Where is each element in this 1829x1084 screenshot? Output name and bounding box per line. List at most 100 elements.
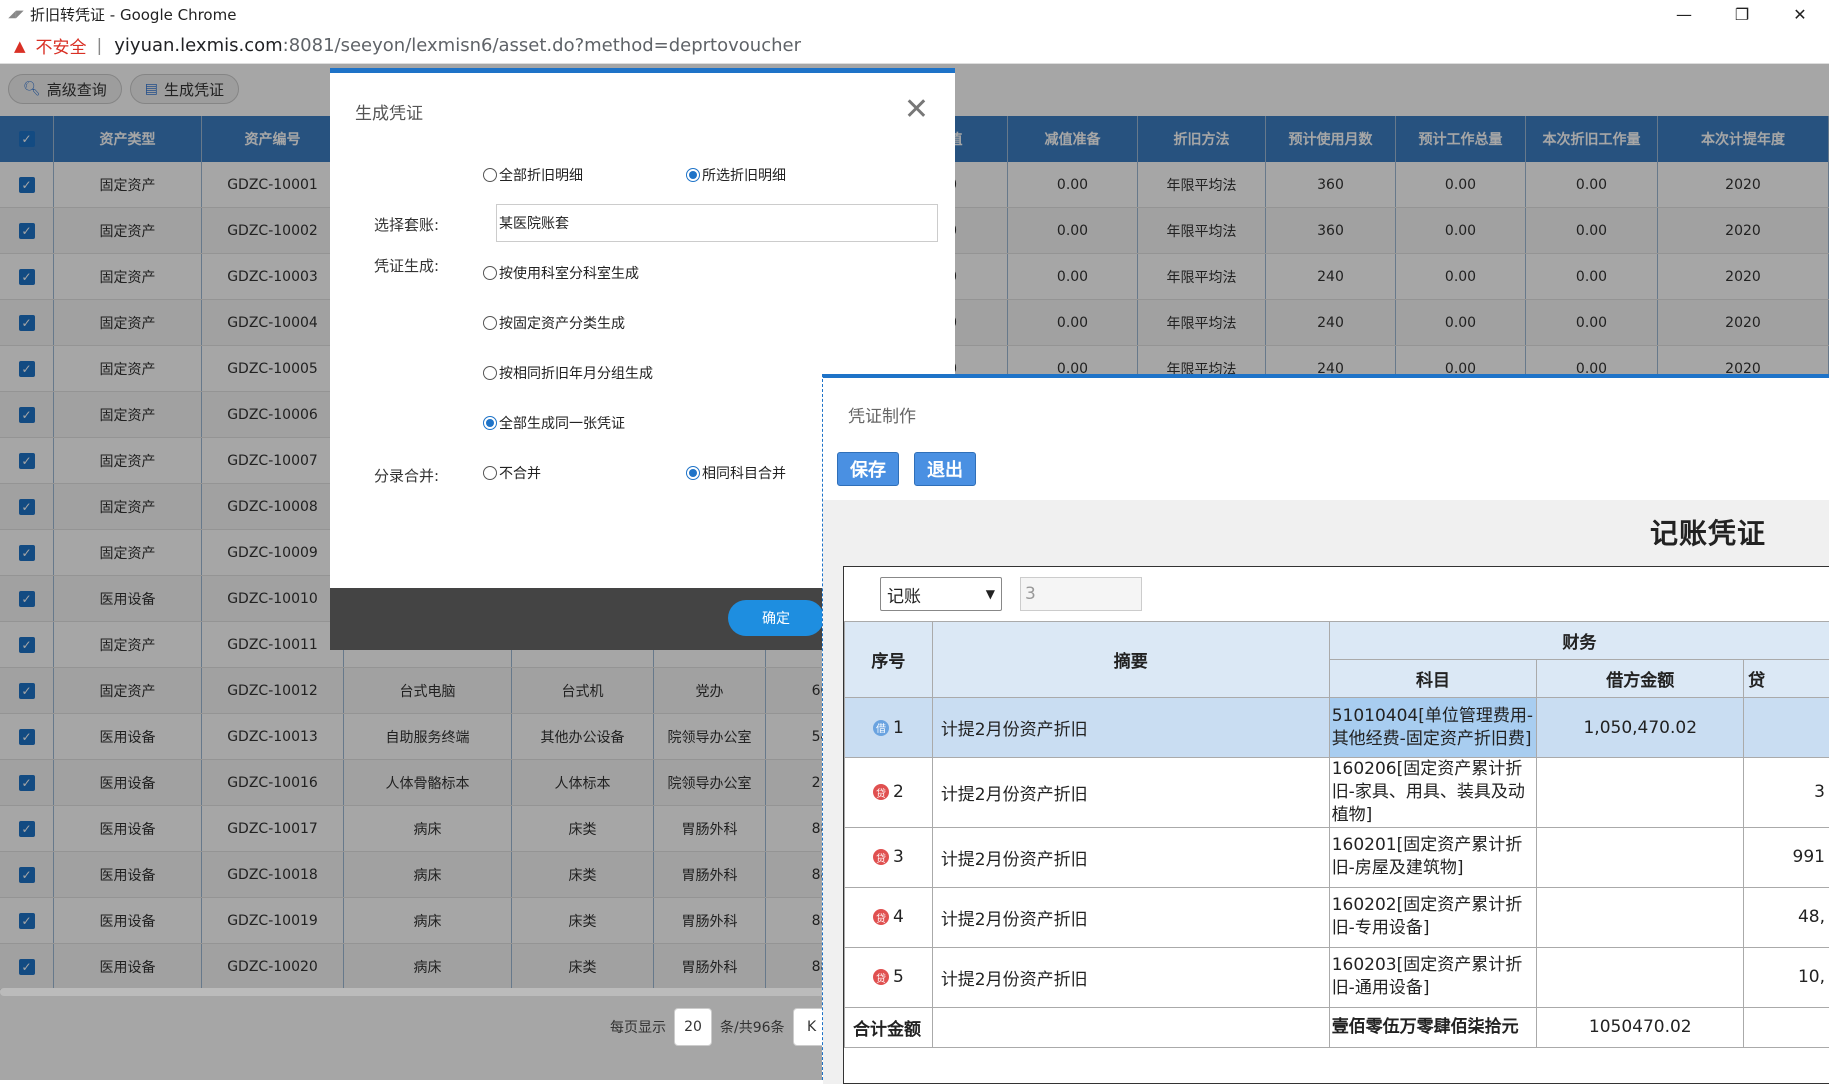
voucher-panel: 记账 ▼ 3 序号 摘要 财务 科目 借方金额 贷 借1计提2月份资产折旧510… xyxy=(843,566,1829,1084)
entry-credit[interactable]: 3 xyxy=(1744,758,1829,828)
insecure-label[interactable]: 不安全 xyxy=(36,33,87,58)
col-seq: 序号 xyxy=(845,622,933,698)
voucher-table: 序号 摘要 财务 科目 借方金额 贷 借1计提2月份资产折旧51010404[单… xyxy=(844,621,1829,1048)
total-credit xyxy=(1744,1007,1829,1047)
col-debit: 借方金额 xyxy=(1537,660,1744,698)
restore-icon[interactable]: ❐ xyxy=(1713,0,1771,28)
close-window-icon[interactable]: ✕ xyxy=(1771,0,1829,28)
close-icon[interactable]: ✕ xyxy=(904,95,929,125)
voucher-entry-row[interactable]: 贷5计提2月份资产折旧160203[固定资产累计折旧-通用设备] 10, xyxy=(845,947,1829,1007)
col-subject: 科目 xyxy=(1329,660,1537,698)
radio-label: 按使用科室分科室生成 xyxy=(499,263,639,283)
entry-credit[interactable]: 991 xyxy=(1744,827,1829,887)
entry-debit[interactable] xyxy=(1537,947,1744,1007)
debit-badge-icon: 借 xyxy=(873,720,889,736)
radio-label: 所选折旧明细 xyxy=(702,165,786,185)
radio-gen-all-one[interactable]: 全部生成同一张凭证 xyxy=(483,413,625,433)
entry-summary[interactable]: 计提2月份资产折旧 xyxy=(932,758,1329,828)
entry-credit[interactable] xyxy=(1744,698,1829,758)
credit-badge-icon: 贷 xyxy=(873,909,889,925)
credit-badge-icon: 贷 xyxy=(873,849,889,865)
entry-subject[interactable]: 160202[固定资产累计折旧-专用设备] xyxy=(1329,887,1537,947)
entry-summary[interactable]: 计提2月份资产折旧 xyxy=(932,887,1329,947)
voucher-entry-row[interactable]: 贷4计提2月份资产折旧160202[固定资产累计折旧-专用设备]48, xyxy=(845,887,1829,947)
radio-dot xyxy=(686,168,700,182)
radio-dot xyxy=(483,366,497,380)
voucher-dialog: 凭证制作 保存 退出 记账凭证 记账 ▼ 3 序号 摘要 财务 科目 借方金额 … xyxy=(822,374,1829,1080)
entry-summary[interactable]: 计提2月份资产折旧 xyxy=(932,947,1329,1007)
entry-subject[interactable]: 160203[固定资产累计折旧-通用设备] xyxy=(1329,947,1537,1007)
radio-gen-by-class[interactable]: 按固定资产分类生成 xyxy=(483,313,625,333)
total-label: 合计金额 xyxy=(845,1007,933,1047)
voucher-entry-row[interactable]: 贷3计提2月份资产折旧160201[固定资产累计折旧-房屋及建筑物]991 xyxy=(845,827,1829,887)
voucher-title: 记账凭证 xyxy=(1650,512,1766,552)
address-bar[interactable]: ▲ 不安全 | yiyuan.lexmis.com :8081/seeyon/l… xyxy=(0,28,1829,64)
voucher-entry-row[interactable]: 贷2计提2月份资产折旧160206[固定资产累计折旧-家具、用具、装具及动植物]… xyxy=(845,758,1829,828)
voucher-dialog-title: 凭证制作 xyxy=(848,402,916,427)
entry-debit[interactable] xyxy=(1537,827,1744,887)
entry-seq: 贷5 xyxy=(845,947,933,1007)
address-separator: | xyxy=(97,36,103,56)
tab-title: 折旧转凭证 - Google Chrome xyxy=(30,4,236,25)
entry-debit[interactable]: 1,050,470.02 xyxy=(1537,698,1744,758)
entry-seq-number: 4 xyxy=(893,907,904,927)
radio-gen-by-month[interactable]: 按相同折旧年月分组生成 xyxy=(483,363,653,383)
radio-label: 按相同折旧年月分组生成 xyxy=(499,363,653,383)
entry-seq-number: 1 xyxy=(893,718,904,738)
total-debit: 1050470.02 xyxy=(1537,1007,1744,1047)
horizontal-scrollbar[interactable] xyxy=(0,988,830,996)
gen-mode-label: 凭证生成: xyxy=(374,255,439,276)
entry-seq-number: 5 xyxy=(893,967,904,987)
url-host: yiyuan.lexmis.com xyxy=(114,35,282,56)
per-page-input[interactable]: 20 xyxy=(674,1008,712,1046)
entry-summary[interactable]: 计提2月份资产折旧 xyxy=(932,827,1329,887)
radio-merge-same[interactable]: 相同科目合并 xyxy=(686,463,786,483)
entry-credit[interactable]: 10, xyxy=(1744,947,1829,1007)
col-finance: 财务 xyxy=(1329,622,1829,660)
radio-selected-details[interactable]: 所选折旧明细 xyxy=(686,165,786,185)
url-path: :8081/seeyon/lexmisn6/asset.do?method=de… xyxy=(283,35,801,56)
radio-dot xyxy=(483,416,497,430)
radio-label: 全部生成同一张凭证 xyxy=(499,413,625,433)
entry-seq-number: 3 xyxy=(893,847,904,867)
radio-all-details[interactable]: 全部折旧明细 xyxy=(483,165,583,185)
radio-dot xyxy=(483,168,497,182)
ledger-input[interactable]: 某医院账套 xyxy=(496,204,938,242)
voucher-area: 记账凭证 记账 ▼ 3 序号 摘要 财务 科目 借方金额 贷 借1计提2月份资 xyxy=(823,500,1829,1084)
radio-gen-by-dept[interactable]: 按使用科室分科室生成 xyxy=(483,263,639,283)
exit-button[interactable]: 退出 xyxy=(914,452,976,486)
voucher-type-select[interactable]: 记账 ▼ xyxy=(880,577,1002,611)
total-amount-words: 壹佰零伍万零肆佰柒拾元 xyxy=(1329,1007,1537,1047)
entry-seq: 贷3 xyxy=(845,827,933,887)
radio-label: 不合并 xyxy=(499,463,541,483)
entry-debit[interactable] xyxy=(1537,758,1744,828)
col-credit: 贷 xyxy=(1744,660,1829,698)
col-summary: 摘要 xyxy=(932,622,1329,698)
total-label: 条/共96条 xyxy=(720,1017,785,1037)
minimize-icon[interactable]: — xyxy=(1655,0,1713,28)
radio-dot xyxy=(483,466,497,480)
entry-seq-number: 2 xyxy=(893,782,904,802)
entry-seq: 贷2 xyxy=(845,758,933,828)
save-button[interactable]: 保存 xyxy=(837,452,899,486)
entry-credit[interactable]: 48, xyxy=(1744,887,1829,947)
per-page-label: 每页显示 xyxy=(610,1017,666,1037)
entry-summary[interactable]: 计提2月份资产折旧 xyxy=(932,698,1329,758)
browser-title-bar: ◢◤ 折旧转凭证 - Google Chrome — ❐ ✕ xyxy=(0,0,1829,28)
entry-subject[interactable]: 160201[固定资产累计折旧-房屋及建筑物] xyxy=(1329,827,1537,887)
confirm-button[interactable]: 确定 xyxy=(728,600,824,636)
entry-seq: 贷4 xyxy=(845,887,933,947)
radio-merge-no[interactable]: 不合并 xyxy=(483,463,541,483)
entry-subject[interactable]: 51010404[单位管理费用-其他经费-固定资产折旧费] xyxy=(1329,698,1537,758)
pager: 每页显示 20 条/共96条 K xyxy=(610,1008,831,1046)
ledger-label: 选择套账: xyxy=(374,214,439,235)
favicon-icon: ◢◤ xyxy=(8,8,24,20)
entry-subject[interactable]: 160206[固定资产累计折旧-家具、用具、装具及动植物] xyxy=(1329,758,1537,828)
dialog-title: 生成凭证 xyxy=(355,99,423,124)
total-empty xyxy=(932,1007,1329,1047)
radio-label: 按固定资产分类生成 xyxy=(499,313,625,333)
voucher-entry-row[interactable]: 借1 计提2月份资产折旧51010404[单位管理费用-其他经费-固定资产折旧费]… xyxy=(845,698,1829,758)
warning-icon: ▲ xyxy=(14,37,26,55)
voucher-number-input[interactable]: 3 xyxy=(1020,577,1142,611)
entry-debit[interactable] xyxy=(1537,887,1744,947)
